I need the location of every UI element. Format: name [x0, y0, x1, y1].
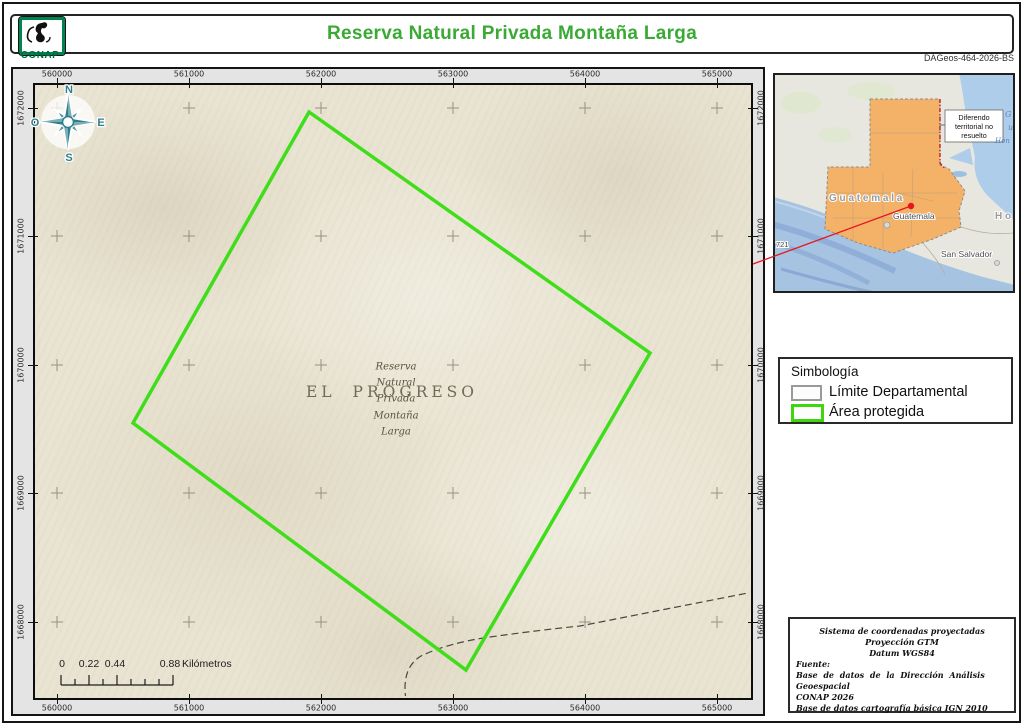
scale-label: 0.22 — [78, 658, 100, 670]
inset-locator-map: Diferendo territorial no resuelto G u a … — [773, 73, 1015, 293]
header-bar: Reserva Natural Privada Montaña Larga — [10, 14, 1014, 54]
axis-tick-bottom — [585, 694, 586, 704]
axis-tick-top — [321, 78, 322, 88]
road-number-label: 721 — [776, 240, 789, 249]
axis-tick-right — [748, 622, 758, 623]
axis-tick-bottom — [189, 694, 190, 704]
compass-e-label: E — [97, 117, 104, 129]
legend-item-label: Área protegida — [829, 404, 925, 420]
departmental-swatch-icon — [791, 385, 822, 401]
legend-title: Simbología — [791, 364, 859, 379]
scale-label: 0 — [59, 658, 65, 670]
department-name-label: EL PROGRESO — [305, 383, 479, 401]
source-line: Base de datos cartografía básica IGN 201… — [796, 703, 988, 713]
scale-bar: 0 0.22 0.44 0.88 Kilómetros — [55, 658, 275, 692]
legend-panel: Simbología Límite Departamental Área pro… — [778, 357, 1013, 424]
territorial-note-line: Diferendo — [958, 113, 989, 122]
axis-tick-left — [28, 236, 38, 237]
crs-line: Sistema de coordenadas proyectadas — [819, 626, 985, 636]
axis-tick-left — [28, 622, 38, 623]
crs-line: Proyección GTM — [865, 637, 939, 647]
country-label: G u a t e m a l a — [829, 193, 903, 204]
scale-unit-label: Kilómetros — [182, 658, 232, 670]
scale-label: 0.88 — [159, 658, 181, 670]
reserve-label-line: Reserva — [375, 361, 417, 373]
axis-label-left: 1668000 — [16, 604, 26, 640]
compass-s-label: S — [65, 152, 72, 162]
axis-tick-top — [717, 78, 718, 88]
axis-tick-left — [28, 493, 38, 494]
conap-logo-text: CONAP — [20, 50, 60, 61]
axis-tick-right — [748, 108, 758, 109]
axis-tick-top — [453, 78, 454, 88]
axis-tick-left — [28, 108, 38, 109]
crs-line: Datum WGS84 — [869, 648, 935, 658]
axis-label-left: 1672000 — [16, 90, 26, 126]
compass-n-label: N — [65, 84, 73, 96]
axis-label-left: 1671000 — [16, 218, 26, 254]
axis-tick-right — [748, 493, 758, 494]
axis-label-bottom: 560000 — [41, 703, 73, 713]
axis-label-left: 1670000 — [16, 347, 26, 383]
compass-o-label: O — [31, 117, 40, 129]
map-sheet: Reserva Natural Privada Montaña Larga CO… — [0, 0, 1024, 726]
document-id: DAGeos-464-2026-BS — [923, 53, 1014, 63]
sea-label-fragment: u — [1008, 123, 1013, 132]
axis-tick-bottom — [453, 694, 454, 704]
axis-label-bottom: 564000 — [569, 703, 601, 713]
scale-label: 0.44 — [104, 658, 126, 670]
monkey-icon — [26, 22, 51, 43]
axis-tick-top — [585, 78, 586, 88]
axis-label-left: 1669000 — [16, 475, 26, 511]
san-salvador-city-dot — [994, 260, 1000, 266]
axis-tick-top — [57, 78, 58, 88]
guatemala-city-dot — [883, 221, 891, 229]
source-line: Base de datos de la Dirección Análisis G… — [796, 670, 985, 691]
axis-tick-right — [748, 365, 758, 366]
capital-city-label: Guatemala — [893, 211, 935, 221]
axis-tick-top — [189, 78, 190, 88]
territorial-note-line: territorial no — [955, 122, 993, 131]
axis-tick-bottom — [57, 694, 58, 704]
axis-label-bottom: 565000 — [701, 703, 733, 713]
legend-item-label: Límite Departamental — [829, 384, 968, 400]
compass-rose-icon: N E S O — [29, 83, 105, 162]
axis-tick-left — [28, 365, 38, 366]
protected-area-swatch-icon — [791, 404, 824, 422]
axis-tick-right — [748, 236, 758, 237]
territorial-note-line: resuelto — [961, 131, 987, 140]
fuente-label: Fuente: — [796, 659, 830, 669]
axis-label-bottom: 561000 — [173, 703, 205, 713]
departmental-boundary-line — [404, 592, 749, 696]
scale-ruler-icon — [60, 675, 174, 686]
axis-tick-bottom — [321, 694, 322, 704]
source-line: CONAP 2026 — [796, 692, 854, 702]
map-title: Reserva Natural Privada Montaña Larga — [326, 23, 698, 44]
sea-label-fragment: Hon — [994, 137, 1010, 145]
sea-label-fragment: G — [1005, 110, 1012, 119]
axis-label-bottom: 562000 — [305, 703, 337, 713]
credits-panel: Sistema de coordenadas proyectadas Proye… — [788, 617, 1016, 713]
san-salvador-label: San Salvador — [941, 249, 992, 259]
reserve-label-line: Larga — [381, 426, 411, 438]
honduras-label-fragment: H o — [995, 211, 1011, 222]
axis-label-bottom: 563000 — [437, 703, 469, 713]
reserve-label-line: Montaña — [373, 410, 419, 422]
axis-tick-bottom — [717, 694, 718, 704]
